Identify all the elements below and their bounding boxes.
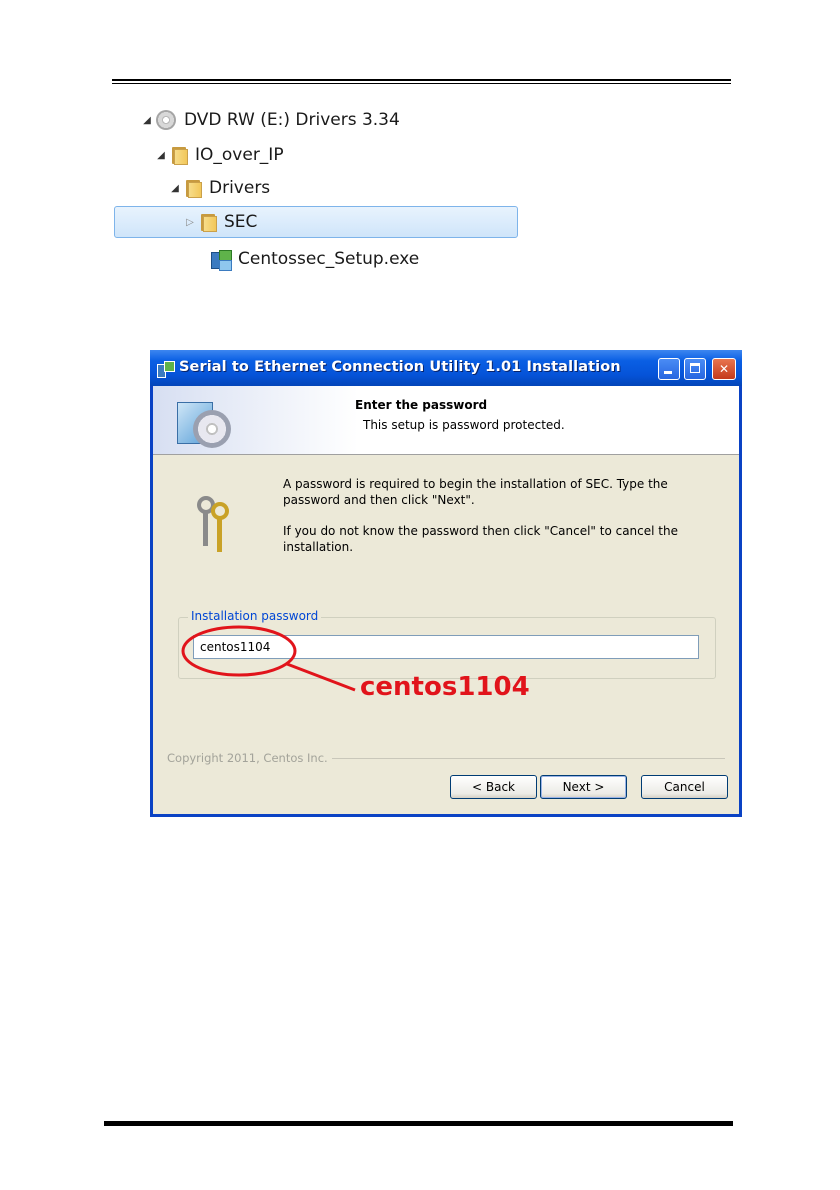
tree-item-drivers[interactable]: ◢ Drivers [170,172,270,204]
setup-app-icon [157,360,175,378]
next-button[interactable]: Next > [540,775,627,799]
tree-item-io-over-ip[interactable]: ◢ IO_over_IP [156,139,284,171]
annotation-callout: centos1104 [360,672,530,702]
copyright-text: Copyright 2011, Centos Inc. [167,751,332,765]
installer-dialog: Serial to Ethernet Connection Utility 1.… [150,350,742,817]
expand-arrow-icon[interactable]: ◢ [142,115,152,126]
setup-exe-icon [210,248,232,271]
tree-item-setup-exe[interactable]: Centossec_Setup.exe [210,243,419,275]
explorer-tree: ◢ DVD RW (E:) Drivers 3.34 ◢ IO_over_IP … [112,100,520,272]
password-input[interactable] [193,635,699,659]
header-rule [112,79,731,84]
window-title: Serial to Ethernet Connection Utility 1.… [179,359,621,375]
drive-label: DVD RW (E:) Drivers 3.34 [184,110,400,130]
folder-icon [170,145,188,165]
banner-subtitle: This setup is password protected. [363,418,565,432]
maximize-icon[interactable] [684,358,706,380]
dialog-body: Enter the password This setup is passwor… [153,386,739,814]
expand-arrow-icon[interactable]: ◢ [170,183,180,194]
back-button[interactable]: < Back [450,775,537,799]
cancel-button[interactable]: Cancel [641,775,728,799]
dialog-banner: Enter the password This setup is passwor… [153,386,739,455]
keys-icon [191,494,247,554]
footer-rule [104,1121,733,1126]
instruction-text: A password is required to begin the inst… [283,477,668,507]
cancel-instruction-text: If you do not know the password then cli… [283,524,678,554]
title-bar[interactable]: Serial to Ethernet Connection Utility 1.… [150,350,742,386]
folder-label: SEC [224,212,258,232]
disc-icon [156,110,176,130]
file-label: Centossec_Setup.exe [238,249,420,269]
folder-label: Drivers [209,178,271,198]
groupbox-label: Installation password [188,609,322,623]
tree-item-sec[interactable]: ▷ SEC [114,206,518,238]
minimize-icon[interactable] [658,358,680,380]
tree-item-drive[interactable]: ◢ DVD RW (E:) Drivers 3.34 [142,104,400,136]
folder-icon [199,212,217,232]
folder-icon [184,178,202,198]
installer-box-icon [175,392,235,448]
folder-label: IO_over_IP [195,145,284,165]
banner-title: Enter the password [355,398,488,412]
expand-arrow-icon[interactable]: ◢ [156,150,166,161]
close-icon[interactable]: ✕ [712,358,736,380]
collapse-arrow-icon[interactable]: ▷ [185,217,195,228]
